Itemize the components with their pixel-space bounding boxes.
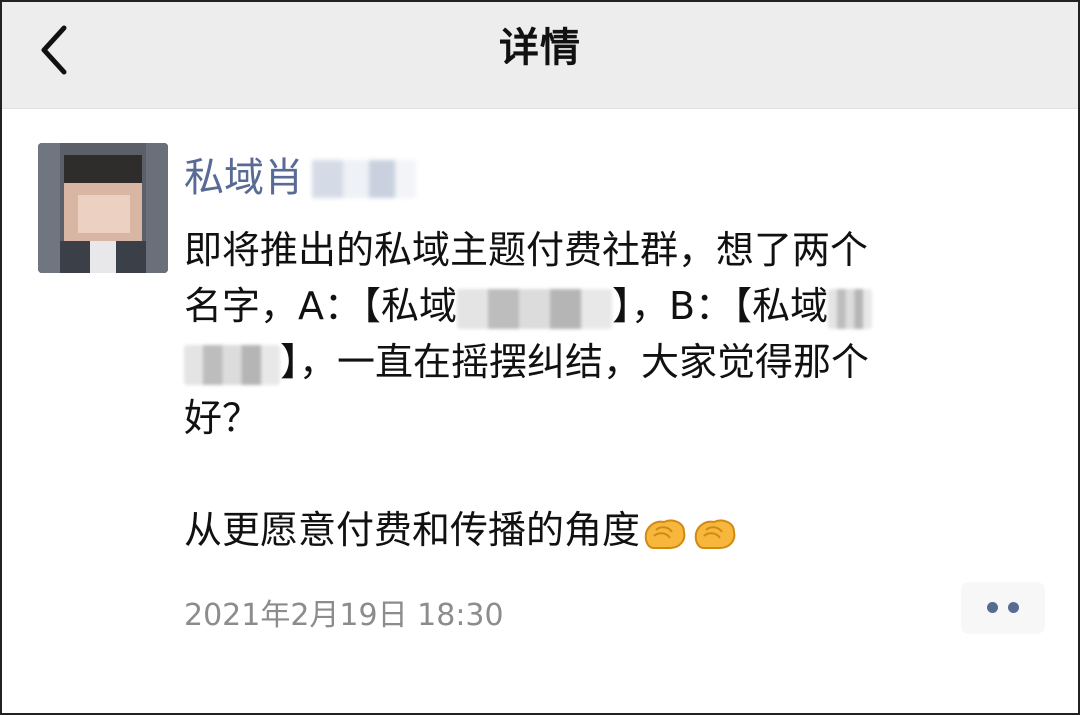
top-navigation-bar: 详情 — [2, 2, 1078, 109]
redacted-text — [184, 344, 280, 385]
post-line-text: 】，一直在摇摆纠结，大家觉得那个 — [280, 340, 870, 384]
post-line: 即将推出的私域主题付费社群，想了两个 — [184, 222, 1024, 278]
post-timestamp: 2021年2月19日 18:30 — [184, 598, 504, 633]
post-line-text: 从更愿意付费和传播的角度 — [184, 508, 641, 552]
post-line: 从更愿意付费和传播的角度 — [184, 502, 1024, 558]
redacted-text — [457, 288, 612, 329]
more-dots-icon — [987, 602, 998, 613]
post-line-text: 好？ — [184, 396, 261, 440]
more-actions-button[interactable] — [961, 582, 1045, 634]
post-line: 名字，A：【私域 】，B：【私域 — [184, 278, 1024, 334]
post-line-text: 名字，A：【私域 — [184, 284, 457, 328]
post-line-text: 】，B：【私域 — [612, 284, 829, 328]
post-line: 】，一直在摇摆纠结，大家觉得那个 — [184, 334, 1024, 390]
redacted-text — [828, 288, 873, 329]
more-dots-icon — [1008, 602, 1019, 613]
clap-hands-emoji — [690, 513, 740, 553]
avatar[interactable] — [38, 143, 168, 273]
author-name[interactable]: 私域肖 — [184, 153, 304, 203]
page-title: 详情 — [499, 25, 581, 71]
post-line: 好？ — [184, 390, 1024, 446]
post-content: 即将推出的私域主题付费社群，想了两个 名字，A：【私域 】，B：【私域 】，一直在… — [184, 222, 1024, 558]
redacted-name — [312, 160, 416, 198]
post-line-text: 即将推出的私域主题付费社群，想了两个 — [184, 228, 869, 272]
clap-hands-emoji — [640, 513, 690, 553]
